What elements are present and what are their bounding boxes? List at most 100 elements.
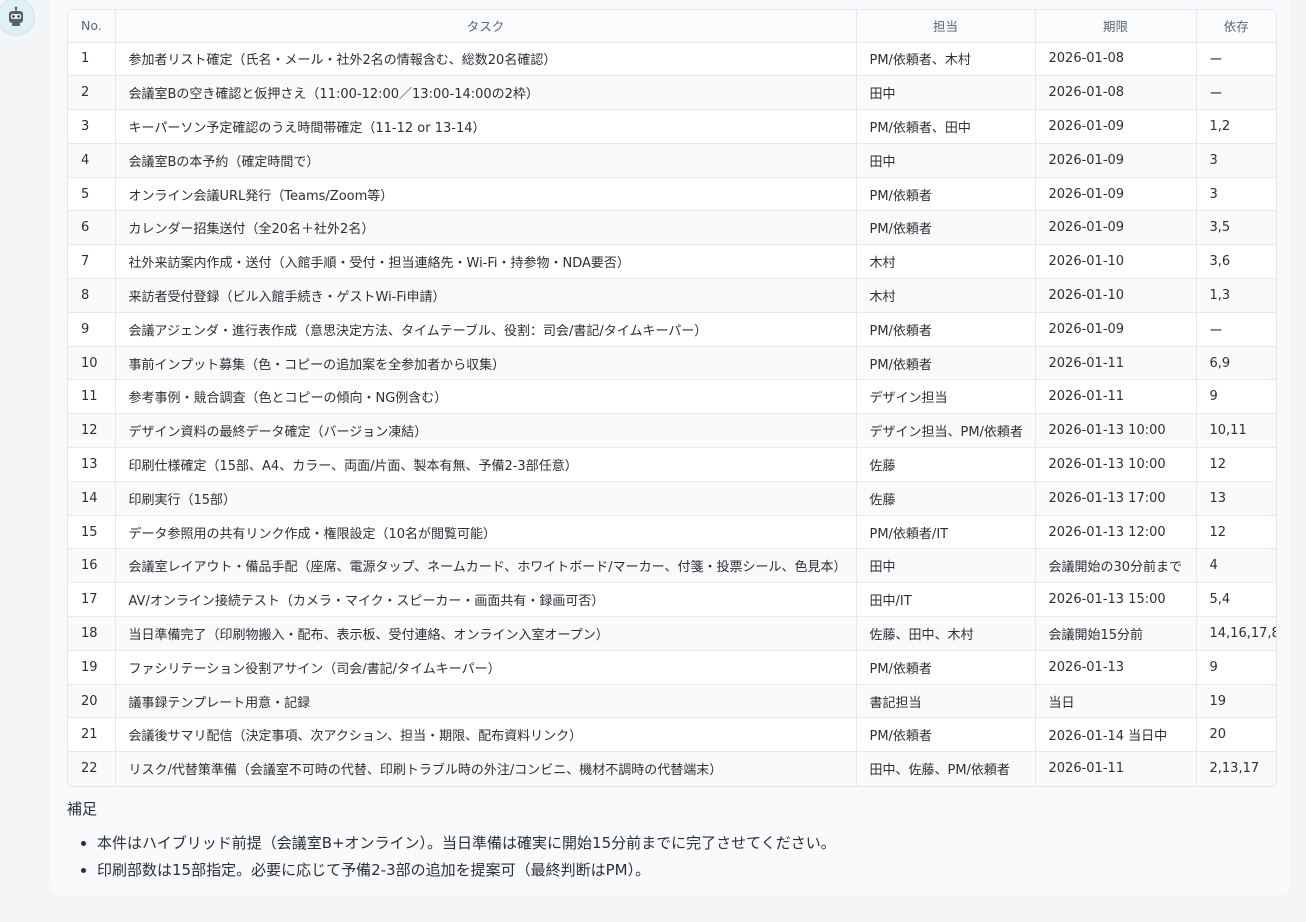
cell-dependency: ー <box>1196 42 1276 77</box>
table-row: 11 参考事例・競合調査（色とコピーの傾向・NG例含む） デザイン担当 2026-01… <box>68 379 1276 415</box>
cell-dependency: 3,5 <box>1196 210 1276 246</box>
cell-dependency: 1,3 <box>1196 278 1276 313</box>
cell-dependency: 3 <box>1196 177 1276 212</box>
table-row: 19 ファシリテーション役割アサイン（司会/書記/タイムキーパー） PM/依頼者 20… <box>68 650 1276 685</box>
cell-no: 5 <box>68 177 116 212</box>
cell-assignee: 田中 <box>856 75 1036 111</box>
robot-icon <box>9 6 23 26</box>
cell-deadline: 会議開始15分前 <box>1035 616 1197 651</box>
cell-task: 当日準備完了（印刷物搬入・配布、表示板、受付連絡、オンライン入室オープン） <box>115 616 857 651</box>
cell-assignee: 佐藤、田中、木村 <box>856 616 1036 651</box>
cell-no: 21 <box>68 717 116 753</box>
cell-assignee: PM/依頼者 <box>856 717 1036 753</box>
cell-dependency: 19 <box>1196 684 1276 719</box>
notes-list: 本件はハイブリッド前提（会議室B+オンライン）。当日準備は確実に開始15分前まで… <box>67 833 836 880</box>
cell-dependency: 12 <box>1196 515 1276 550</box>
column-header-task: タスク <box>115 10 857 43</box>
cell-dependency: 6,9 <box>1196 346 1276 381</box>
cell-task: 会議室Bの本予約（確定時間で） <box>115 143 857 178</box>
task-table-body: 1 参加者リスト確定（氏名・メール・社外2名の情報含む、総数20名確認） PM/依頼… <box>68 42 1276 786</box>
cell-dependency: 1,2 <box>1196 109 1276 144</box>
cell-dependency: ー <box>1196 312 1276 347</box>
cell-task: 参考事例・競合調査（色とコピーの傾向・NG例含む） <box>115 379 857 415</box>
cell-deadline: 2026-01-10 <box>1035 278 1197 313</box>
cell-assignee: PM/依頼者/IT <box>856 515 1036 550</box>
table-row: 20 議事録テンプレート用意・記録 書記担当 当日 19 <box>68 684 1276 719</box>
cell-task: カレンダー招集送付（全20名＋社外2名） <box>115 210 857 246</box>
cell-assignee: 田中 <box>856 548 1036 584</box>
cell-no: 22 <box>68 751 116 786</box>
cell-deadline: 2026-01-13 10:00 <box>1035 447 1197 482</box>
table-row: 3 キーパーソン予定確認のうえ時間帯確定（11-12 or 13-14） PM/依頼… <box>68 109 1276 144</box>
cell-deadline: 2026-01-11 <box>1035 751 1197 786</box>
cell-no: 7 <box>68 244 116 280</box>
table-row: 22 リスク/代替策準備（会議室不可時の代替、印刷トラブル時の外注/コンビニ、機材… <box>68 751 1276 786</box>
cell-deadline: 2026-01-08 <box>1035 75 1197 111</box>
table-row: 16 会議室レイアウト・備品手配（座席、電源タップ、ネームカード、ホワイトボード/… <box>68 548 1276 584</box>
cell-assignee: 田中、佐藤、PM/依頼者 <box>856 751 1036 786</box>
cell-deadline: 2026-01-11 <box>1035 379 1197 415</box>
cell-assignee: 書記担当 <box>856 684 1036 719</box>
cell-dependency: 3,6 <box>1196 244 1276 280</box>
cell-dependency: 13 <box>1196 481 1276 516</box>
cell-no: 9 <box>68 312 116 347</box>
cell-no: 16 <box>68 548 116 584</box>
cell-dependency: 3 <box>1196 143 1276 178</box>
cell-no: 6 <box>68 210 116 246</box>
cell-dependency: 10,11 <box>1196 413 1276 449</box>
cell-deadline: 2026-01-13 15:00 <box>1035 582 1197 618</box>
table-row: 13 印刷仕様確定（15部、A4、カラー、両面/片面、製本有無、予備2-3部任意）… <box>68 447 1276 482</box>
task-table-container: No. タスク 担当 期限 依存 1 参加者リスト確定（氏名・メール・社外2名の情… <box>67 9 1277 787</box>
cell-dependency: ー <box>1196 75 1276 111</box>
cell-task: 来訪者受付登録（ビル入館手続き・ゲストWi-Fi申請） <box>115 278 857 313</box>
cell-no: 20 <box>68 684 116 719</box>
cell-no: 13 <box>68 447 116 482</box>
cell-assignee: デザイン担当、PM/依頼者 <box>856 413 1036 449</box>
column-header-deadline: 期限 <box>1035 10 1197 43</box>
cell-no: 15 <box>68 515 116 550</box>
cell-dependency: 5,4 <box>1196 582 1276 618</box>
cell-no: 17 <box>68 582 116 618</box>
cell-assignee: 田中/IT <box>856 582 1036 618</box>
cell-dependency: 14,16,17,8 <box>1196 616 1276 651</box>
cell-assignee: PM/依頼者 <box>856 177 1036 212</box>
cell-task: オンライン会議URL発行（Teams/Zoom等） <box>115 177 857 212</box>
table-row: 8 来訪者受付登録（ビル入館手続き・ゲストWi-Fi申請） 木村 2026-01-10… <box>68 278 1276 313</box>
cell-dependency: 4 <box>1196 548 1276 584</box>
cell-dependency: 12 <box>1196 447 1276 482</box>
cell-dependency: 9 <box>1196 379 1276 415</box>
cell-assignee: PM/依頼者、田中 <box>856 109 1036 144</box>
cell-assignee: PM/依頼者 <box>856 650 1036 685</box>
task-table: No. タスク 担当 期限 依存 1 参加者リスト確定（氏名・メール・社外2名の情… <box>68 10 1276 786</box>
table-row: 6 カレンダー招集送付（全20名＋社外2名） PM/依頼者 2026-01-09 3,5 <box>68 210 1276 246</box>
cell-assignee: デザイン担当 <box>856 379 1036 415</box>
cell-deadline: 2026-01-09 <box>1035 143 1197 178</box>
table-row: 10 事前インプット募集（色・コピーの追加案を全参加者から収集） PM/依頼者 202… <box>68 346 1276 381</box>
note-item: 本件はハイブリッド前提（会議室B+オンライン）。当日準備は確実に開始15分前まで… <box>97 833 836 853</box>
cell-deadline: 2026-01-09 <box>1035 210 1197 246</box>
cell-task: 会議後サマリ配信（決定事項、次アクション、担当・期限、配布資料リンク） <box>115 717 857 753</box>
assistant-message: No. タスク 担当 期限 依存 1 参加者リスト確定（氏名・メール・社外2名の情… <box>51 0 1291 896</box>
column-header-dependency: 依存 <box>1196 10 1276 43</box>
cell-deadline: 2026-01-09 <box>1035 312 1197 347</box>
cell-assignee: PM/依頼者、木村 <box>856 42 1036 77</box>
cell-assignee: PM/依頼者 <box>856 312 1036 347</box>
cell-deadline: 当日 <box>1035 684 1197 719</box>
cell-task: 議事録テンプレート用意・記録 <box>115 684 857 719</box>
table-row: 2 会議室Bの空き確認と仮押さえ（11:00-12:00／13:00-14:00の… <box>68 75 1276 111</box>
cell-task: 事前インプット募集（色・コピーの追加案を全参加者から収集） <box>115 346 857 381</box>
cell-no: 19 <box>68 650 116 685</box>
cell-no: 4 <box>68 143 116 178</box>
table-row: 18 当日準備完了（印刷物搬入・配布、表示板、受付連絡、オンライン入室オープン）佐… <box>68 616 1276 651</box>
cell-deadline: 2026-01-13 17:00 <box>1035 481 1197 516</box>
cell-assignee: 木村 <box>856 244 1036 280</box>
cell-task: 印刷実行（15部） <box>115 481 857 516</box>
cell-task: 社外来訪案内作成・送付（入館手順・受付・担当連絡先・Wi-Fi・持参物・NDA要… <box>115 244 857 280</box>
cell-task: 印刷仕様確定（15部、A4、カラー、両面/片面、製本有無、予備2-3部任意） <box>115 447 857 482</box>
table-row: 21 会議後サマリ配信（決定事項、次アクション、担当・期限、配布資料リンク） PM/… <box>68 717 1276 753</box>
column-header-no: No. <box>68 10 116 43</box>
notes-title: 補足 <box>67 800 98 818</box>
cell-deadline: 2026-01-09 <box>1035 109 1197 144</box>
cell-task: リスク/代替策準備（会議室不可時の代替、印刷トラブル時の外注/コンビニ、機材不調… <box>115 751 857 786</box>
cell-no: 11 <box>68 379 116 415</box>
